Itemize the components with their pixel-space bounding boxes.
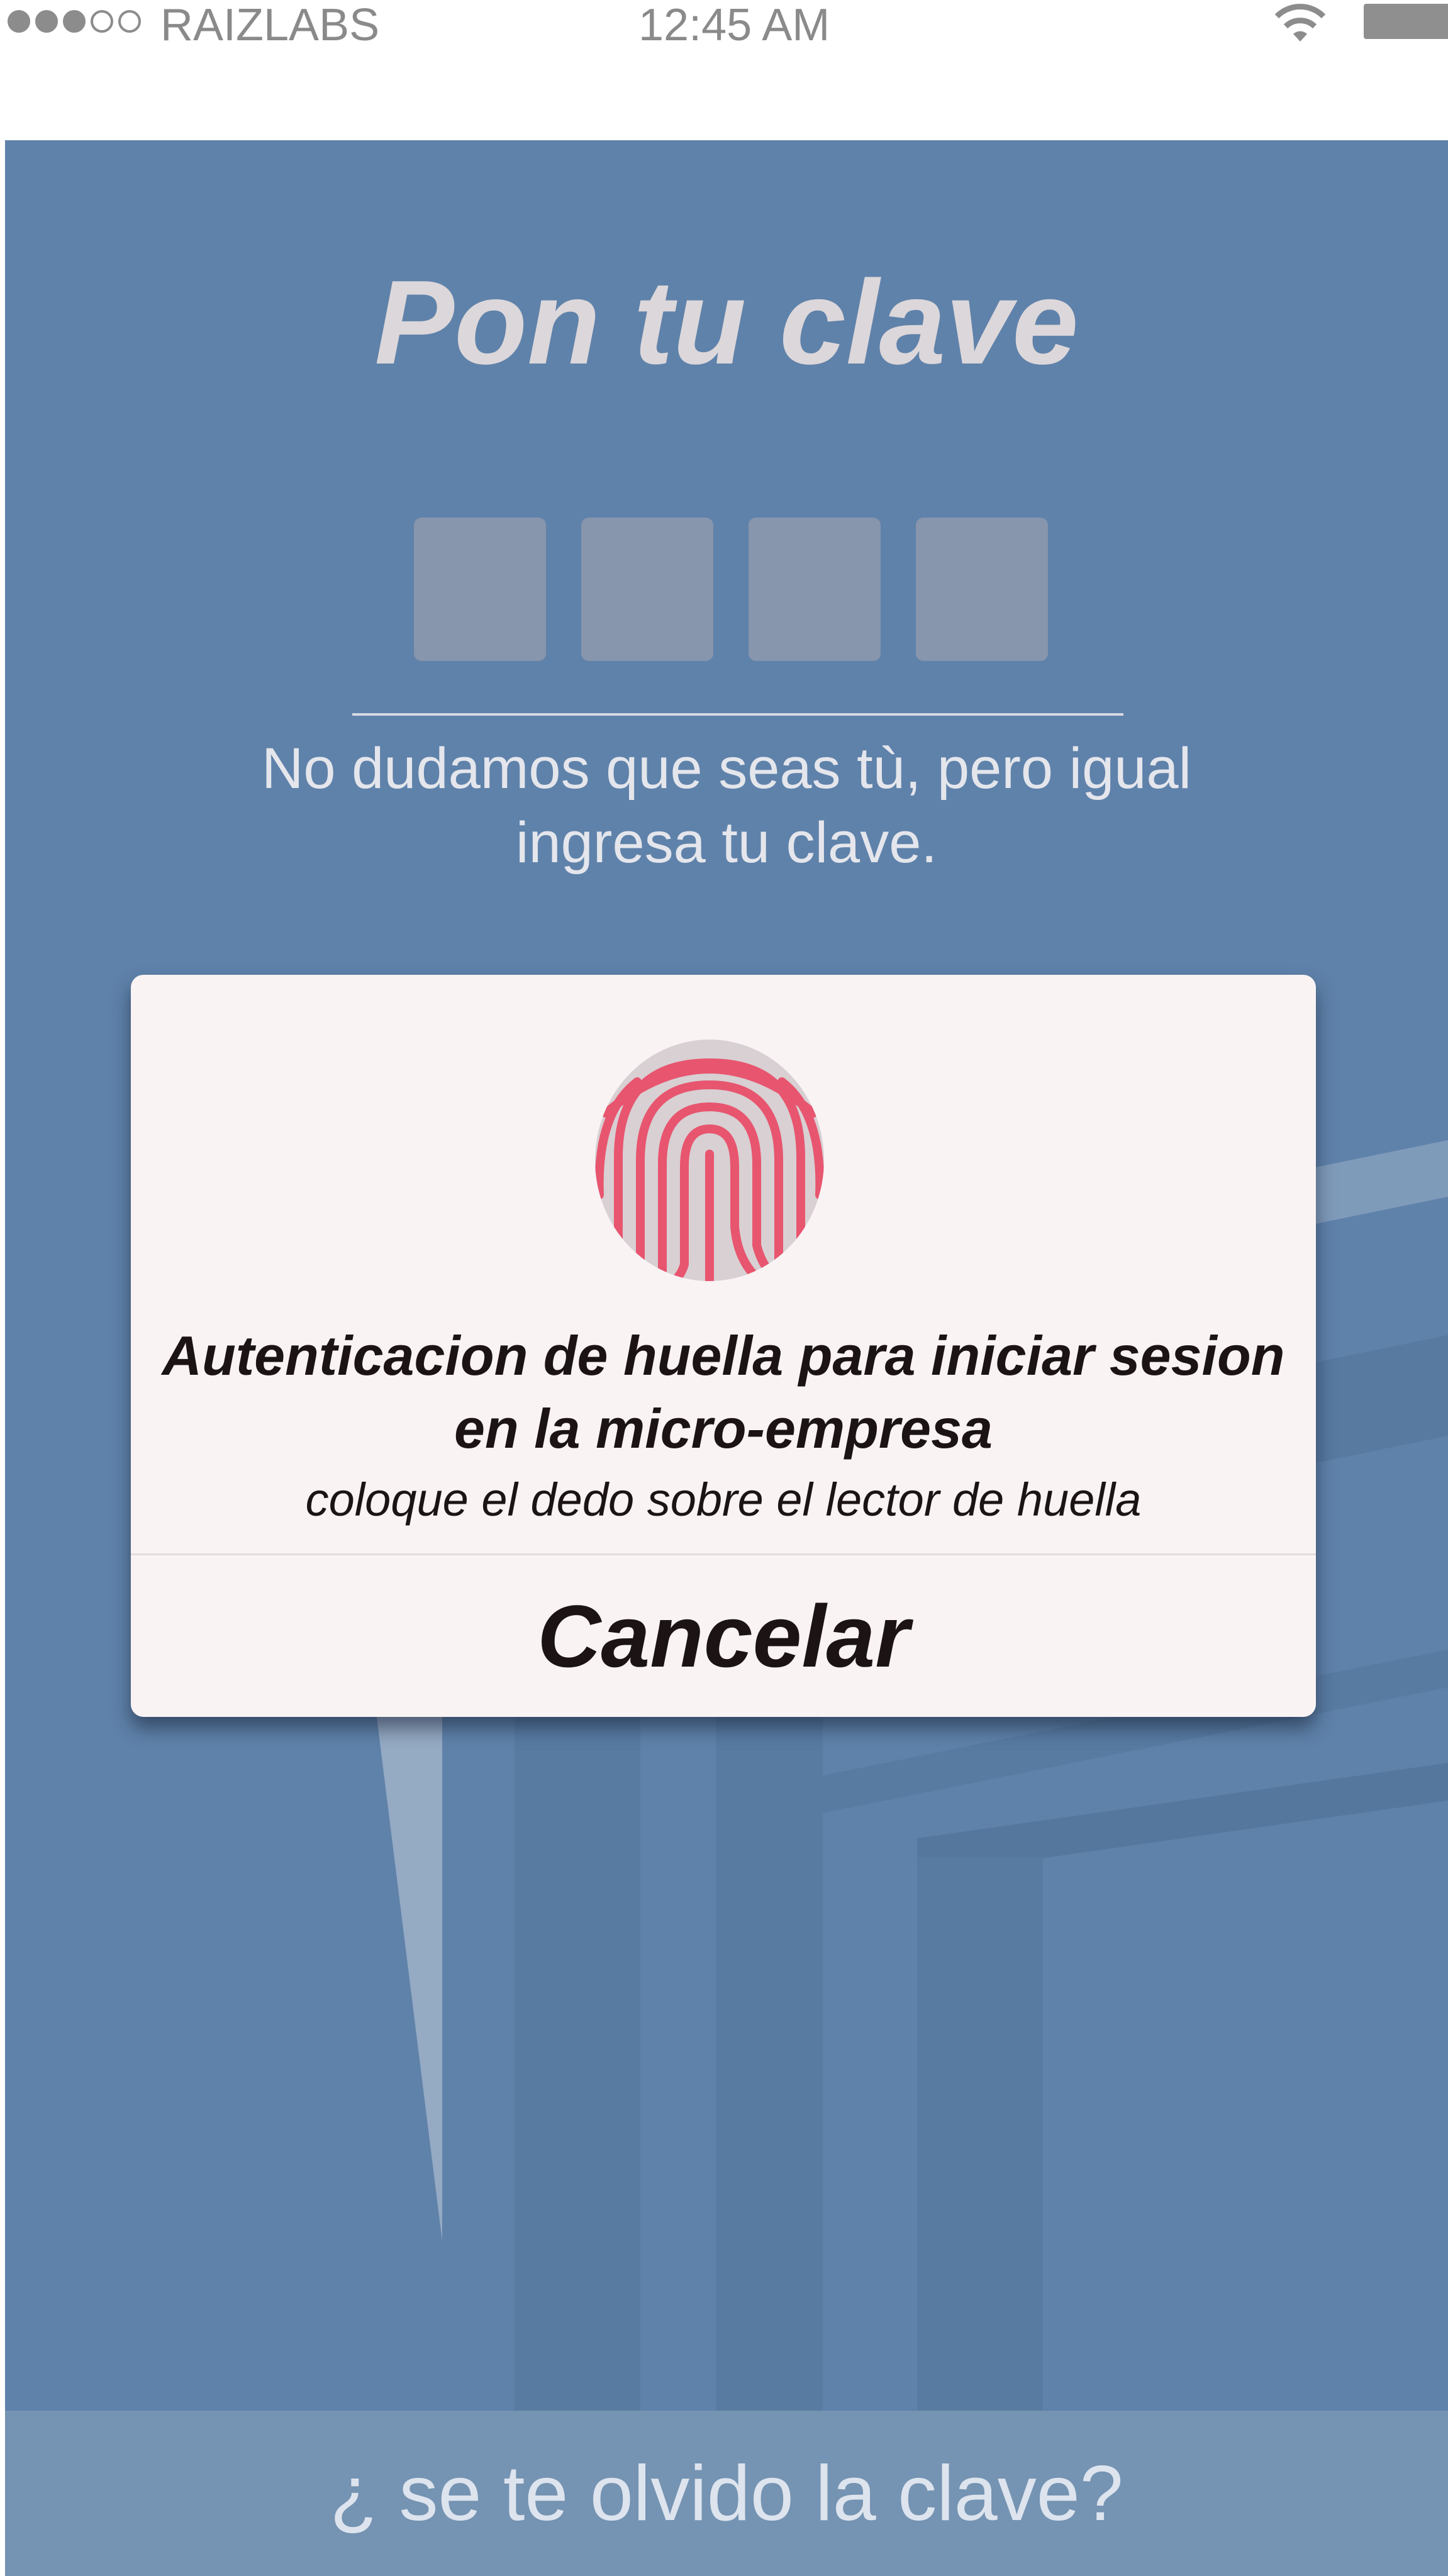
signal-strength-icon — [8, 10, 141, 33]
fingerprint-icon — [595, 1040, 824, 1281]
status-bar: RAIZLABS 12:45 AM — [0, 0, 1448, 50]
instruction-text: No dudamos que seas tù, pero igual ingre… — [261, 736, 1192, 875]
dialog-message: coloque el dedo sobre el lector de huell… — [305, 1474, 1142, 1526]
passcode-screen: RAIZLABS 12:45 AM Pon tu clave No dudamo… — [0, 0, 1448, 2576]
signal-dot — [91, 10, 113, 33]
passcode-panel: Pon tu clave No dudamos que seas tù, per… — [5, 140, 1448, 2576]
carrier-name: RAIZLABS — [160, 0, 380, 50]
status-time: 12:45 AM — [638, 0, 830, 50]
page-title: Pon tu clave — [374, 256, 1079, 389]
cancel-button[interactable]: Cancelar — [131, 1555, 1316, 1717]
fingerprint-dialog: Autenticacion de huella para iniciar ses… — [131, 975, 1316, 1717]
signal-dot — [118, 10, 141, 33]
dialog-title: Autenticacion de huella para iniciar ses… — [162, 1324, 1285, 1460]
signal-dot — [63, 10, 86, 33]
wifi-icon — [1274, 4, 1326, 42]
pin-digit-box[interactable] — [414, 518, 546, 661]
forgot-password-button[interactable]: ¿ se te olvido la clave? — [5, 2411, 1448, 2576]
pin-digit-box[interactable] — [581, 518, 713, 661]
pin-input[interactable] — [414, 518, 1048, 661]
battery-icon — [1364, 4, 1448, 39]
signal-dot — [8, 10, 30, 33]
pin-digit-box[interactable] — [749, 518, 881, 661]
divider — [352, 713, 1123, 716]
pin-digit-box[interactable] — [916, 518, 1048, 661]
signal-dot — [35, 10, 58, 33]
